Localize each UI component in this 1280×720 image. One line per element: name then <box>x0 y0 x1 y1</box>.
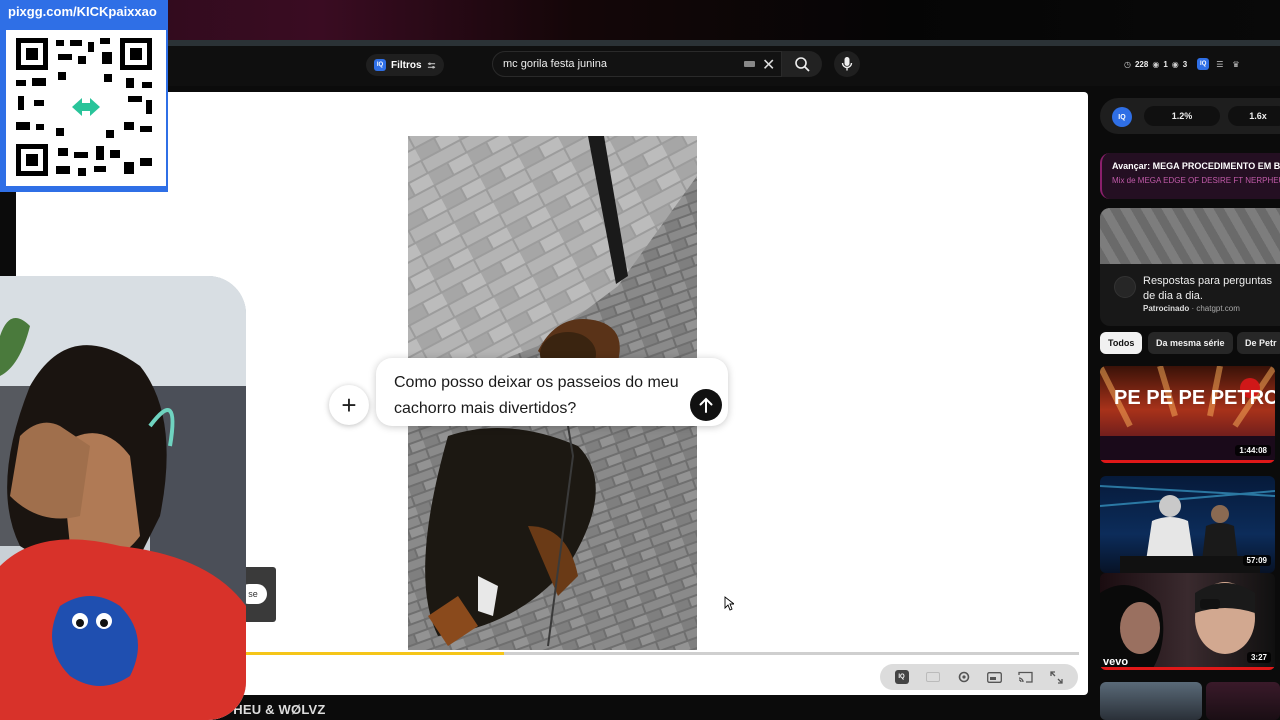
streamer-webcam <box>0 276 246 720</box>
iq-player-button[interactable]: IQ <box>893 668 911 686</box>
view-icon: ◉ <box>1171 59 1179 69</box>
search-input[interactable]: mc gorila festa junina <box>492 51 782 77</box>
clear-search-icon[interactable]: ✕ <box>762 55 775 75</box>
settings-icon[interactable] <box>955 668 973 686</box>
iq-icon: IQ <box>374 59 386 71</box>
cast-icon[interactable] <box>1017 668 1035 686</box>
watched-progress <box>1100 667 1275 670</box>
video-thumbnail[interactable] <box>1100 682 1202 720</box>
advertiser-logo-icon <box>1114 276 1136 298</box>
progress-played <box>245 652 504 655</box>
chat-prompt-text: Como posso deixar os passeios do meu cac… <box>394 374 679 417</box>
sponsored-ad-card[interactable]: Respostas para perguntas de dia a dia. P… <box>1100 208 1280 326</box>
send-button[interactable] <box>690 389 722 421</box>
miniplayer-icon[interactable] <box>986 668 1004 686</box>
video-duration: 3:27 <box>1246 652 1271 663</box>
fullscreen-icon[interactable] <box>1048 668 1066 686</box>
add-button[interactable]: + <box>329 385 369 425</box>
voice-search-button[interactable] <box>834 51 860 77</box>
ext-value-1[interactable]: 1.2% <box>1144 106 1220 126</box>
watched-progress <box>1100 460 1275 463</box>
chip-all[interactable]: Todos <box>1100 332 1143 354</box>
chip-from-petr[interactable]: De Petr <box>1237 332 1280 354</box>
stat-views: 3 <box>1182 59 1188 69</box>
stat-time: 228 <box>1134 59 1149 69</box>
video-duration: 1:44:08 <box>1235 445 1271 456</box>
thumbnail-title-art: PE PE PE PETROSKI <box>1114 387 1275 409</box>
video-thumbnail[interactable]: 57:09 <box>1100 476 1275 573</box>
stat-eye: 1 <box>1163 59 1168 69</box>
next-up-title: Avançar: MEGA PROCEDIMENTO EM BA <box>1112 161 1280 171</box>
search-query: mc gorila festa junina <box>503 58 607 70</box>
search-icon <box>795 57 810 72</box>
skip-ad-button[interactable]: se <box>239 567 276 622</box>
iq-icon[interactable]: IQ <box>1197 58 1210 70</box>
sponsored-label: Patrocinado <box>1143 304 1190 313</box>
arrow-up-icon <box>699 397 713 413</box>
chip-same-series[interactable]: Da mesma série <box>1148 332 1233 354</box>
sliders-icon <box>427 61 435 69</box>
iq-logo-icon[interactable]: IQ <box>1112 107 1132 127</box>
next-up-card[interactable]: Avançar: MEGA PROCEDIMENTO EM BA Mix de … <box>1100 153 1280 199</box>
stream-top-strip <box>0 0 1280 40</box>
ad-banner-image <box>1100 208 1280 264</box>
video-thumbnail[interactable]: PE PE PE PETROSKI 1:44:08 <box>1100 366 1275 463</box>
donation-url: pixgg.com/KICKpaixxao <box>8 4 157 19</box>
chat-prompt-bubble: Como posso deixar os passeios do meu cac… <box>376 358 728 426</box>
progress-bar[interactable] <box>245 652 1079 655</box>
video-duration: 57:09 <box>1242 555 1271 566</box>
mouse-cursor-icon <box>724 596 734 611</box>
video-thumbnail[interactable]: vevo 3:27 <box>1100 573 1275 670</box>
extension-toolbar: IQ 1.2% 1.6x <box>1100 98 1280 134</box>
captions-icon[interactable] <box>924 668 942 686</box>
eye-icon: ◉ <box>1152 59 1160 69</box>
stream-screen: IQ Filtros mc gorila festa junina ✕ ◷ 22… <box>0 0 1280 720</box>
qr-code <box>6 30 166 186</box>
menu-lines-icon[interactable]: ☰ <box>1216 60 1223 69</box>
player-controls: IQ <box>880 664 1078 690</box>
keyboard-icon[interactable] <box>744 61 755 67</box>
ext-value-2[interactable]: 1.6x <box>1228 106 1280 126</box>
filters-button[interactable]: IQ Filtros <box>366 54 444 76</box>
extension-stats: ◷ 228 ◉ 1 ◉ 3 IQ ☰ ♛ <box>1124 58 1240 70</box>
video-thumbnail[interactable] <box>1206 682 1280 720</box>
trophy-icon[interactable]: ♛ <box>1232 60 1239 69</box>
ad-meta: Patrocinado · chatgpt.com <box>1143 304 1240 313</box>
search-button[interactable] <box>782 51 822 77</box>
streamer-camera-image <box>0 276 246 720</box>
clock-icon: ◷ <box>1124 59 1131 69</box>
ad-domain: chatgpt.com <box>1196 304 1240 313</box>
filters-label: Filtros <box>391 59 422 71</box>
donation-qr-panel: pixgg.com/KICKpaixxao <box>0 0 168 192</box>
ad-text: Respostas para perguntas de dia a dia. <box>1143 275 1273 302</box>
microphone-icon <box>841 57 853 71</box>
next-up-subtitle: Mix de MEGA EDGE OF DESIRE FT NERPHEU & <box>1112 176 1280 185</box>
